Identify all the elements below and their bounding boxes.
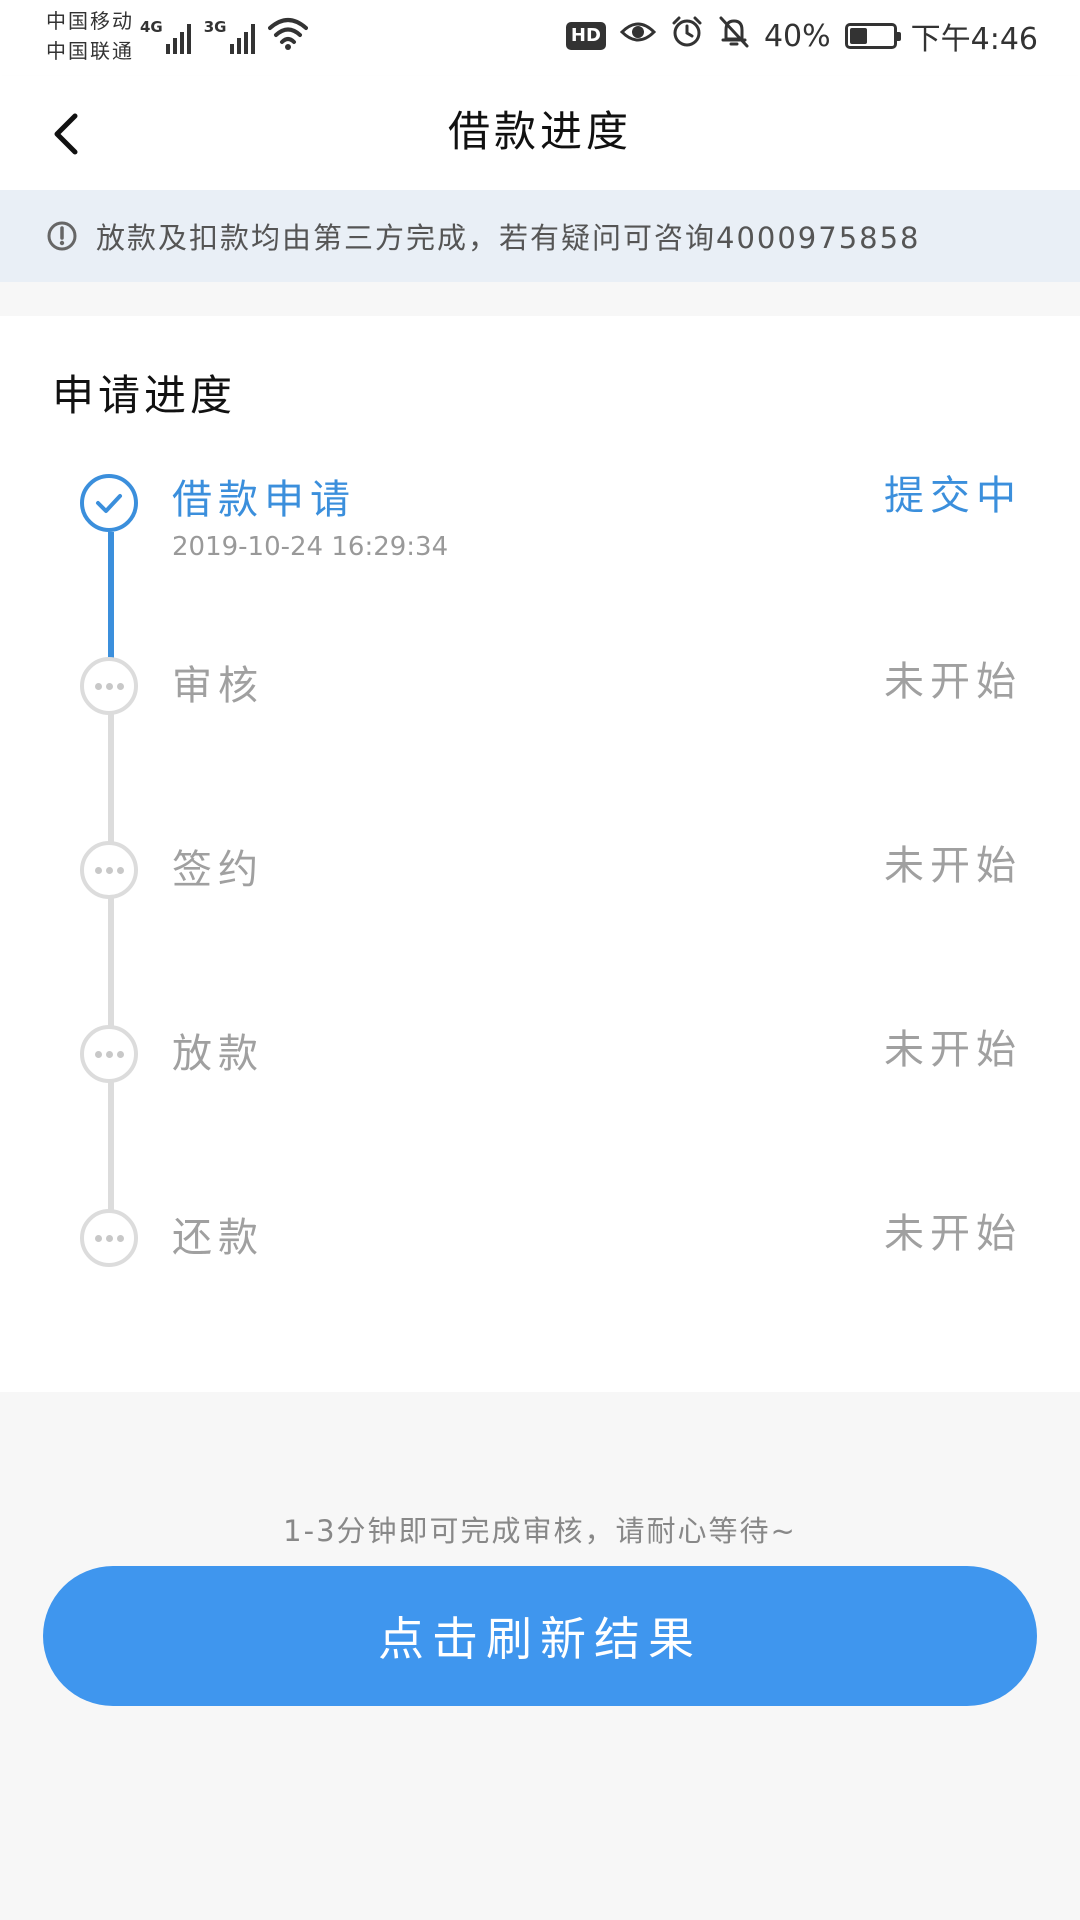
review-hint: 1-3分钟即可完成审核，请耐心等待~ [283,1514,797,1548]
notice-text: 放款及扣款均由第三方完成，若有疑问可咨询4000975858 [96,221,921,255]
step-name: 签约 [172,847,264,893]
step-status: 提交中 [884,473,1022,519]
section-title: 申请进度 [52,371,237,420]
ellipsis-circle-icon [80,841,138,899]
step-name: 借款申请 [172,477,356,523]
step-repayment: 还款 未开始 [0,1206,1080,1306]
ellipsis-circle-icon [80,1025,138,1083]
clock-time: 下午4:46 [910,22,1038,57]
step-status: 未开始 [884,659,1022,705]
step-time: 2019-10-24 16:29:34 [172,532,449,562]
check-circle-icon [80,474,138,532]
carrier-names: 中国移动 中国联通 [46,6,134,66]
step-name: 还款 [172,1215,264,1261]
step-name: 审核 [172,663,264,709]
step-status: 未开始 [884,843,1022,889]
status-icons: HD 40% 下午4:46 [565,14,1038,58]
network-type-1: 4G [140,18,163,36]
battery-icon [844,23,901,49]
step-disbursement: 放款 未开始 [0,1022,1080,1122]
step-status: 未开始 [884,1211,1022,1257]
signal-icon [165,18,194,54]
step-review: 审核 未开始 [0,654,1080,754]
carrier-1: 中国移动 [46,9,134,33]
alarm-icon [670,15,704,57]
wifi-icon [267,16,308,54]
refresh-result-button[interactable]: 点击刷新结果 [43,1566,1037,1706]
hd-badge: HD [565,22,606,50]
signal-icon [229,18,258,54]
progress-card: 申请进度 借款申请 2019-10-24 16:29:34 提交中 审核 未开始… [0,316,1080,1392]
step-name: 放款 [172,1031,264,1077]
ellipsis-circle-icon [80,657,138,715]
timeline-line-pending [108,690,114,1242]
carrier-2: 中国联通 [46,39,134,63]
network-type-2: 3G [203,18,227,36]
eye-icon [619,18,657,54]
exclamation-circle-icon [46,220,78,252]
nav-header: 借款进度 [0,76,1080,190]
page-title: 借款进度 [447,107,632,156]
step-status: 未开始 [884,1027,1022,1073]
step-sign: 签约 未开始 [0,838,1080,938]
battery-level [849,28,867,44]
network-indicators: 4G 3G [140,14,308,54]
bell-off-icon [718,15,750,57]
notice-banner: 放款及扣款均由第三方完成，若有疑问可咨询4000975858 [0,190,1080,282]
ellipsis-circle-icon [80,1209,138,1267]
status-bar: 中国移动 中国联通 4G 3G HD 40% 下午4:46 [0,0,1080,76]
step-loan-application: 借款申请 2019-10-24 16:29:34 提交中 [0,466,1080,566]
battery-percent: 40% [763,18,831,54]
